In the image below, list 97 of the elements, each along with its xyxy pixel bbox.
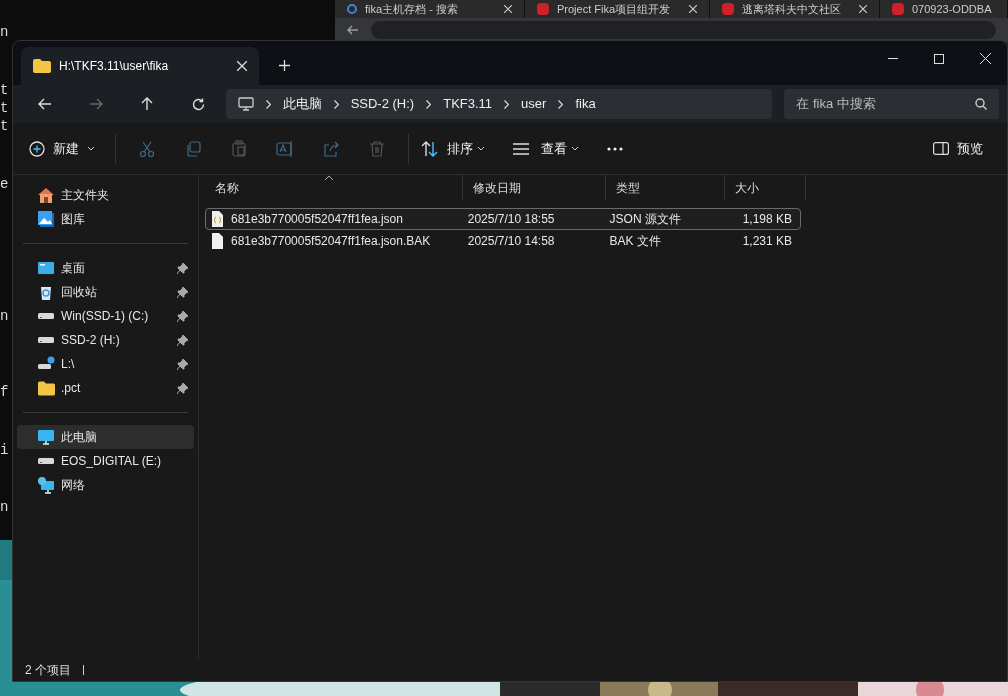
network-icon bbox=[37, 476, 55, 494]
sort-caret-icon bbox=[324, 175, 334, 181]
site-icon bbox=[722, 3, 734, 15]
caret-icon bbox=[87, 146, 95, 151]
home-icon bbox=[37, 186, 55, 204]
new-button[interactable]: 新建 bbox=[29, 133, 116, 164]
terminal-text: t bbox=[0, 117, 9, 136]
breadcrumb-item[interactable]: 此电脑 bbox=[282, 94, 322, 114]
chevron-icon bbox=[265, 99, 271, 109]
sidebar-item[interactable]: 图库 bbox=[17, 207, 194, 231]
up-icon[interactable] bbox=[140, 97, 153, 111]
terminal-text: n bbox=[0, 307, 9, 326]
column-header[interactable]: 名称 bbox=[205, 175, 463, 201]
file-date: 2025/7/10 18:55 bbox=[466, 211, 556, 228]
sidebar-item[interactable]: SSD-2 (H:) bbox=[17, 328, 194, 352]
file-name: 681e3b770005f52047ff1fea.json.BAK bbox=[231, 233, 431, 250]
tab-title: H:\TKF3.11\user\fika bbox=[59, 58, 170, 75]
breadcrumb-item[interactable]: user bbox=[521, 94, 547, 114]
file-row[interactable]: 681e3b770005f52047ff1fea.json.BAK 2025/7/10 14:58 BAK 文件 1,231 KB bbox=[205, 230, 801, 252]
column-header[interactable]: 大小 bbox=[725, 175, 806, 201]
folder-icon bbox=[33, 59, 51, 73]
explorer-tab[interactable]: H:\TKF3.11\user\fika bbox=[21, 47, 259, 85]
search-icon bbox=[975, 98, 987, 110]
sidebar-item[interactable]: 回收站 bbox=[17, 280, 194, 304]
browser-tab[interactable]: fika主机存档 - 搜索 bbox=[335, 0, 525, 18]
terminal-text: i bbox=[0, 441, 9, 460]
site-icon bbox=[892, 3, 904, 15]
list-view-icon bbox=[513, 142, 529, 155]
gallery-icon bbox=[37, 210, 55, 228]
close-icon[interactable] bbox=[689, 5, 697, 13]
terminal-text: t bbox=[0, 81, 9, 100]
terminal-text: t bbox=[0, 99, 9, 118]
search-field[interactable]: 在 fika 中搜索 bbox=[784, 89, 999, 119]
breadcrumb-item[interactable]: TKF3.11 bbox=[443, 94, 493, 114]
chevron-icon bbox=[558, 99, 564, 109]
close-icon[interactable] bbox=[980, 53, 991, 64]
file-date: 2025/7/10 14:58 bbox=[466, 233, 556, 250]
caret-icon bbox=[477, 146, 485, 151]
desktop-icon bbox=[37, 259, 55, 277]
column-header[interactable]: 类型 bbox=[606, 175, 725, 201]
site-icon bbox=[537, 3, 549, 15]
chevron-icon bbox=[333, 99, 339, 109]
sidebar-item[interactable]: Win(SSD-1) (C:) bbox=[17, 304, 194, 328]
file-type: BAK 文件 bbox=[608, 233, 662, 250]
terminal-text: n bbox=[0, 498, 9, 517]
refresh-icon[interactable] bbox=[191, 97, 205, 111]
sort-icon bbox=[421, 140, 439, 157]
close-icon[interactable] bbox=[237, 61, 247, 71]
search-input: 在 fika 中搜索 bbox=[796, 94, 975, 114]
maximize-icon[interactable] bbox=[934, 53, 944, 64]
breadcrumb-item[interactable]: fika bbox=[575, 94, 596, 114]
plus-circle-icon bbox=[29, 140, 45, 157]
caret-icon bbox=[571, 146, 579, 151]
close-icon[interactable] bbox=[504, 5, 512, 13]
search-icon bbox=[347, 4, 357, 14]
chevron-icon bbox=[426, 99, 432, 109]
close-icon[interactable] bbox=[859, 5, 867, 13]
forward-icon[interactable] bbox=[88, 98, 103, 110]
chevron-icon bbox=[504, 99, 510, 109]
preview-button[interactable]: 预览 bbox=[933, 138, 983, 159]
sidebar-item[interactable]: 网络 bbox=[17, 473, 194, 497]
file-name: 681e3b770005f52047ff1fea.json bbox=[231, 211, 403, 228]
json-file-icon bbox=[211, 211, 223, 227]
address-bar[interactable]: 此电脑 SSD-2 (H:) TKF3.11 user fika bbox=[225, 89, 773, 119]
browser-tab[interactable]: 070923-ODDBA bbox=[880, 0, 1008, 18]
terminal-text: f bbox=[0, 383, 9, 402]
column-header[interactable]: 修改日期 bbox=[463, 175, 606, 201]
drive-icon bbox=[37, 458, 55, 464]
back-arrow-icon[interactable] bbox=[347, 25, 359, 35]
file-size: 1,231 KB bbox=[741, 233, 793, 250]
sidebar-item[interactable]: EOS_DIGITAL (E:) bbox=[17, 449, 194, 473]
monitor-icon bbox=[37, 428, 55, 446]
terminal-text: e bbox=[0, 175, 9, 194]
status-text: 2 个项目 bbox=[25, 662, 71, 679]
browser-tab[interactable]: 逃离塔科夫中文社区 bbox=[710, 0, 880, 18]
sidebar-item[interactable]: L:\ bbox=[17, 352, 194, 376]
view-button[interactable]: 查看 bbox=[513, 138, 579, 159]
file-type: JSON 源文件 bbox=[608, 211, 682, 228]
more-icon[interactable] bbox=[607, 146, 623, 151]
preview-pane-icon bbox=[933, 142, 949, 155]
drive-icon bbox=[37, 337, 55, 343]
browser-tab[interactable]: Project Fika项目组开发 bbox=[525, 0, 710, 18]
sort-button[interactable]: 排序 bbox=[421, 138, 485, 159]
sidebar-item[interactable]: .pct bbox=[17, 376, 194, 400]
drive-icon bbox=[37, 313, 55, 319]
new-tab-icon[interactable] bbox=[279, 60, 290, 71]
terminal-text: n bbox=[0, 23, 9, 42]
breadcrumb-item[interactable]: SSD-2 (H:) bbox=[350, 94, 415, 114]
computer-icon bbox=[237, 97, 254, 111]
sidebar-item[interactable]: 桌面 bbox=[17, 256, 194, 280]
file-icon bbox=[211, 233, 223, 249]
folder-icon bbox=[37, 379, 55, 397]
file-row[interactable]: 681e3b770005f52047ff1fea.json 2025/7/10 18:55 JSON 源文件 1,198 KB bbox=[205, 208, 801, 230]
sidebar-item[interactable]: 此电脑 bbox=[17, 425, 194, 449]
file-size: 1,198 KB bbox=[741, 211, 793, 228]
sidebar-item[interactable]: 主文件夹 bbox=[17, 183, 194, 207]
back-icon[interactable] bbox=[37, 98, 52, 110]
